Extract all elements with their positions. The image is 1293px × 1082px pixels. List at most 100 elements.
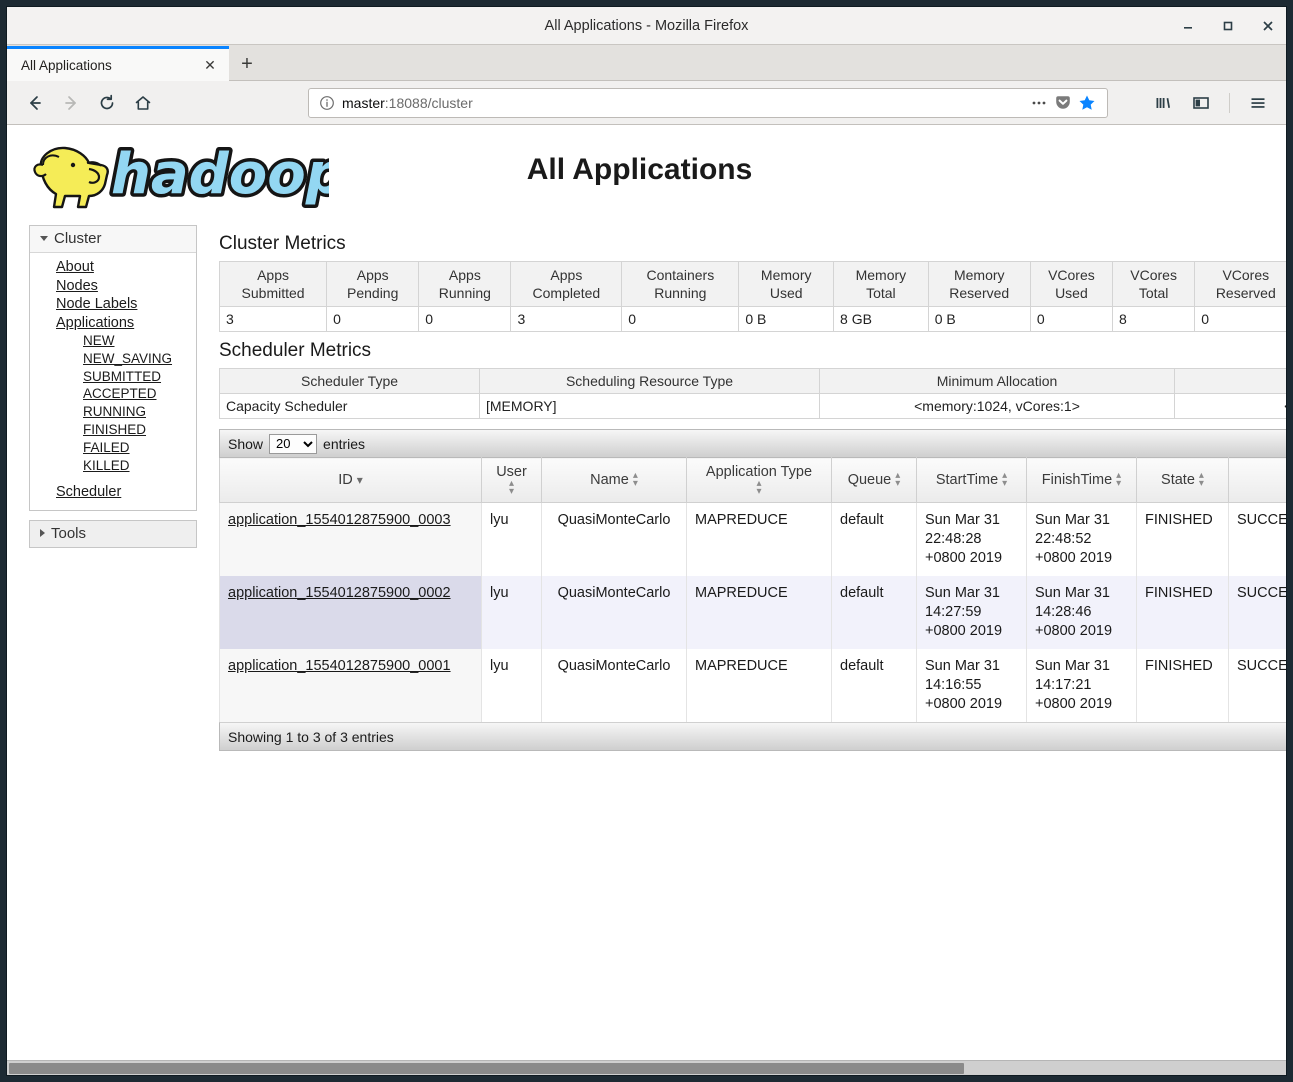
table-row[interactable]: application_1554012875900_0003 lyu Quasi… — [219, 502, 1286, 576]
sidebar-toggle-icon[interactable] — [1185, 87, 1217, 119]
col-scheduling-resource-type: Scheduling Resource Type — [479, 368, 820, 394]
application-id-link[interactable]: application_1554012875900_0001 — [228, 658, 451, 674]
page-size-select[interactable]: 20 40 60 80 100 — [269, 433, 318, 454]
th-final-status[interactable]: FinalStatus — [1228, 457, 1286, 503]
tab-close-icon[interactable]: ✕ — [201, 56, 219, 74]
val-apps-completed: 3 — [510, 306, 623, 332]
sort-both-icon — [633, 472, 638, 488]
table-row[interactable]: application_1554012875900_0002 lyu Quasi… — [219, 576, 1286, 649]
sidebar: Cluster About Nodes Node Labels Applicat… — [29, 225, 197, 557]
col-minimum-allocation: Minimum Allocation — [819, 368, 1175, 394]
cell-queue: default — [831, 502, 917, 576]
cell-id[interactable]: application_1554012875900_0002 — [219, 576, 482, 649]
th-user[interactable]: User — [481, 457, 542, 503]
tab-all-applications[interactable]: All Applications ✕ — [7, 46, 229, 81]
new-tab-button[interactable]: + — [229, 48, 265, 81]
th-start-time[interactable]: StartTime — [916, 457, 1027, 503]
minimize-icon[interactable] — [1180, 18, 1196, 34]
cell-application-type: MAPREDUCE — [686, 576, 832, 649]
identity-info-icon[interactable] — [319, 95, 335, 111]
tools-panel-header[interactable]: Tools — [30, 520, 196, 547]
sidebar-item-state-submitted[interactable]: SUBMITTED — [30, 368, 196, 386]
sidebar-item-node-labels[interactable]: Node Labels — [30, 295, 196, 314]
th-id-label: ID — [338, 472, 353, 488]
col-vcores-total: VCores Total — [1112, 261, 1196, 307]
cell-final-status: SUCCEEDED — [1228, 502, 1286, 576]
scheduler-metrics-table: Scheduler Type Scheduling Resource Type … — [219, 368, 1286, 419]
sidebar-item-state-finished[interactable]: FINISHED — [30, 421, 196, 439]
th-application-type[interactable]: Application Type — [686, 457, 832, 503]
th-id[interactable]: ID — [219, 457, 482, 503]
cell-finish-time: Sun Mar 31 22:48:52 +0800 2019 — [1026, 502, 1137, 576]
pocket-icon[interactable] — [1051, 91, 1075, 115]
cell-id[interactable]: application_1554012875900_0003 — [219, 502, 482, 576]
sidebar-item-state-new-saving[interactable]: NEW_SAVING — [30, 350, 196, 368]
col-apps-pending: Apps Pending — [326, 261, 420, 307]
cluster-metrics-title: Cluster Metrics — [219, 233, 346, 254]
th-finish-time[interactable]: FinishTime — [1026, 457, 1137, 503]
tab-bar: All Applications ✕ + — [7, 45, 1286, 81]
page-viewport: hadoop hadoop All Applications Cluster A… — [7, 125, 1286, 1060]
sidebar-item-state-killed[interactable]: KILLED — [30, 457, 196, 475]
forward-icon[interactable] — [55, 87, 87, 119]
home-icon[interactable] — [127, 87, 159, 119]
library-icon[interactable] — [1147, 87, 1179, 119]
applications-datatable: Show 20 40 60 80 100 entries — [219, 429, 1286, 751]
scheduler-metrics-value-row: Capacity Scheduler [MEMORY] <memory:1024… — [219, 393, 1286, 419]
sort-desc-icon — [357, 476, 363, 484]
table-row[interactable]: application_1554012875900_0001 lyu Quasi… — [219, 649, 1286, 722]
bookmark-star-icon[interactable] — [1075, 91, 1099, 115]
cell-name: QuasiMonteCarlo — [541, 649, 687, 722]
application-id-link[interactable]: application_1554012875900_0003 — [228, 512, 451, 528]
tools-panel-title: Tools — [51, 524, 87, 542]
close-icon[interactable] — [1260, 18, 1276, 34]
cell-id[interactable]: application_1554012875900_0001 — [219, 649, 482, 722]
val-apps-running: 0 — [418, 306, 512, 332]
sidebar-item-nodes[interactable]: Nodes — [30, 277, 196, 296]
val-scheduling-resource-type: [MEMORY] — [479, 393, 820, 419]
page-actions-icon[interactable] — [1027, 91, 1051, 115]
sidebar-item-state-running[interactable]: RUNNING — [30, 403, 196, 421]
url-bar[interactable]: master:18088/cluster — [308, 87, 1108, 118]
sidebar-item-about[interactable]: About — [30, 258, 196, 277]
sidebar-item-state-new[interactable]: NEW — [30, 332, 196, 350]
cell-finish-time: Sun Mar 31 14:17:21 +0800 2019 — [1026, 649, 1137, 722]
datatable-length-bar: Show 20 40 60 80 100 entries — [219, 429, 1286, 457]
col-containers-running: Containers Running — [621, 261, 740, 307]
col-maximum-allocation: Maximum Allocation — [1174, 368, 1286, 394]
sidebar-item-state-failed[interactable]: FAILED — [30, 439, 196, 457]
back-icon[interactable] — [19, 87, 51, 119]
cluster-panel-body: About Nodes Node Labels Applications NEW… — [30, 253, 196, 510]
cell-finish-time: Sun Mar 31 14:28:46 +0800 2019 — [1026, 576, 1137, 649]
th-queue[interactable]: Queue — [831, 457, 917, 503]
url-text[interactable]: master:18088/cluster — [342, 95, 1027, 111]
val-scheduler-type: Capacity Scheduler — [219, 393, 480, 419]
col-apps-running: Apps Running — [418, 261, 512, 307]
datatable-info-bar: Showing 1 to 3 of 3 entries — [219, 722, 1286, 751]
entries-label: entries — [323, 435, 366, 452]
hamburger-menu-icon[interactable] — [1242, 87, 1274, 119]
th-name[interactable]: Name — [541, 457, 687, 503]
window-title: All Applications - Mozilla Firefox — [544, 17, 749, 34]
cluster-panel-title: Cluster — [54, 230, 102, 247]
caret-down-icon — [40, 236, 48, 241]
window-controls — [1180, 7, 1276, 44]
cell-application-type: MAPREDUCE — [686, 649, 832, 722]
maximize-icon[interactable] — [1220, 18, 1236, 34]
page-title: All Applications — [526, 153, 753, 186]
application-id-link[interactable]: application_1554012875900_0002 — [228, 585, 451, 601]
th-start-time-label: StartTime — [935, 472, 999, 488]
sidebar-item-scheduler[interactable]: Scheduler — [30, 483, 196, 502]
caret-right-icon — [40, 529, 45, 538]
sidebar-item-state-accepted[interactable]: ACCEPTED — [30, 385, 196, 403]
th-state[interactable]: State — [1136, 457, 1229, 503]
datatable-info: Showing 1 to 3 of 3 entries — [228, 728, 394, 745]
col-memory-used: Memory Used — [738, 261, 835, 307]
sidebar-item-applications[interactable]: Applications — [30, 314, 196, 333]
horizontal-scrollbar-thumb[interactable] — [9, 1063, 964, 1074]
horizontal-scrollbar[interactable] — [7, 1060, 1286, 1075]
val-apps-pending: 0 — [326, 306, 420, 332]
reload-icon[interactable] — [91, 87, 123, 119]
cluster-panel-header[interactable]: Cluster — [30, 226, 196, 253]
th-finish-time-label: FinishTime — [1041, 472, 1113, 488]
